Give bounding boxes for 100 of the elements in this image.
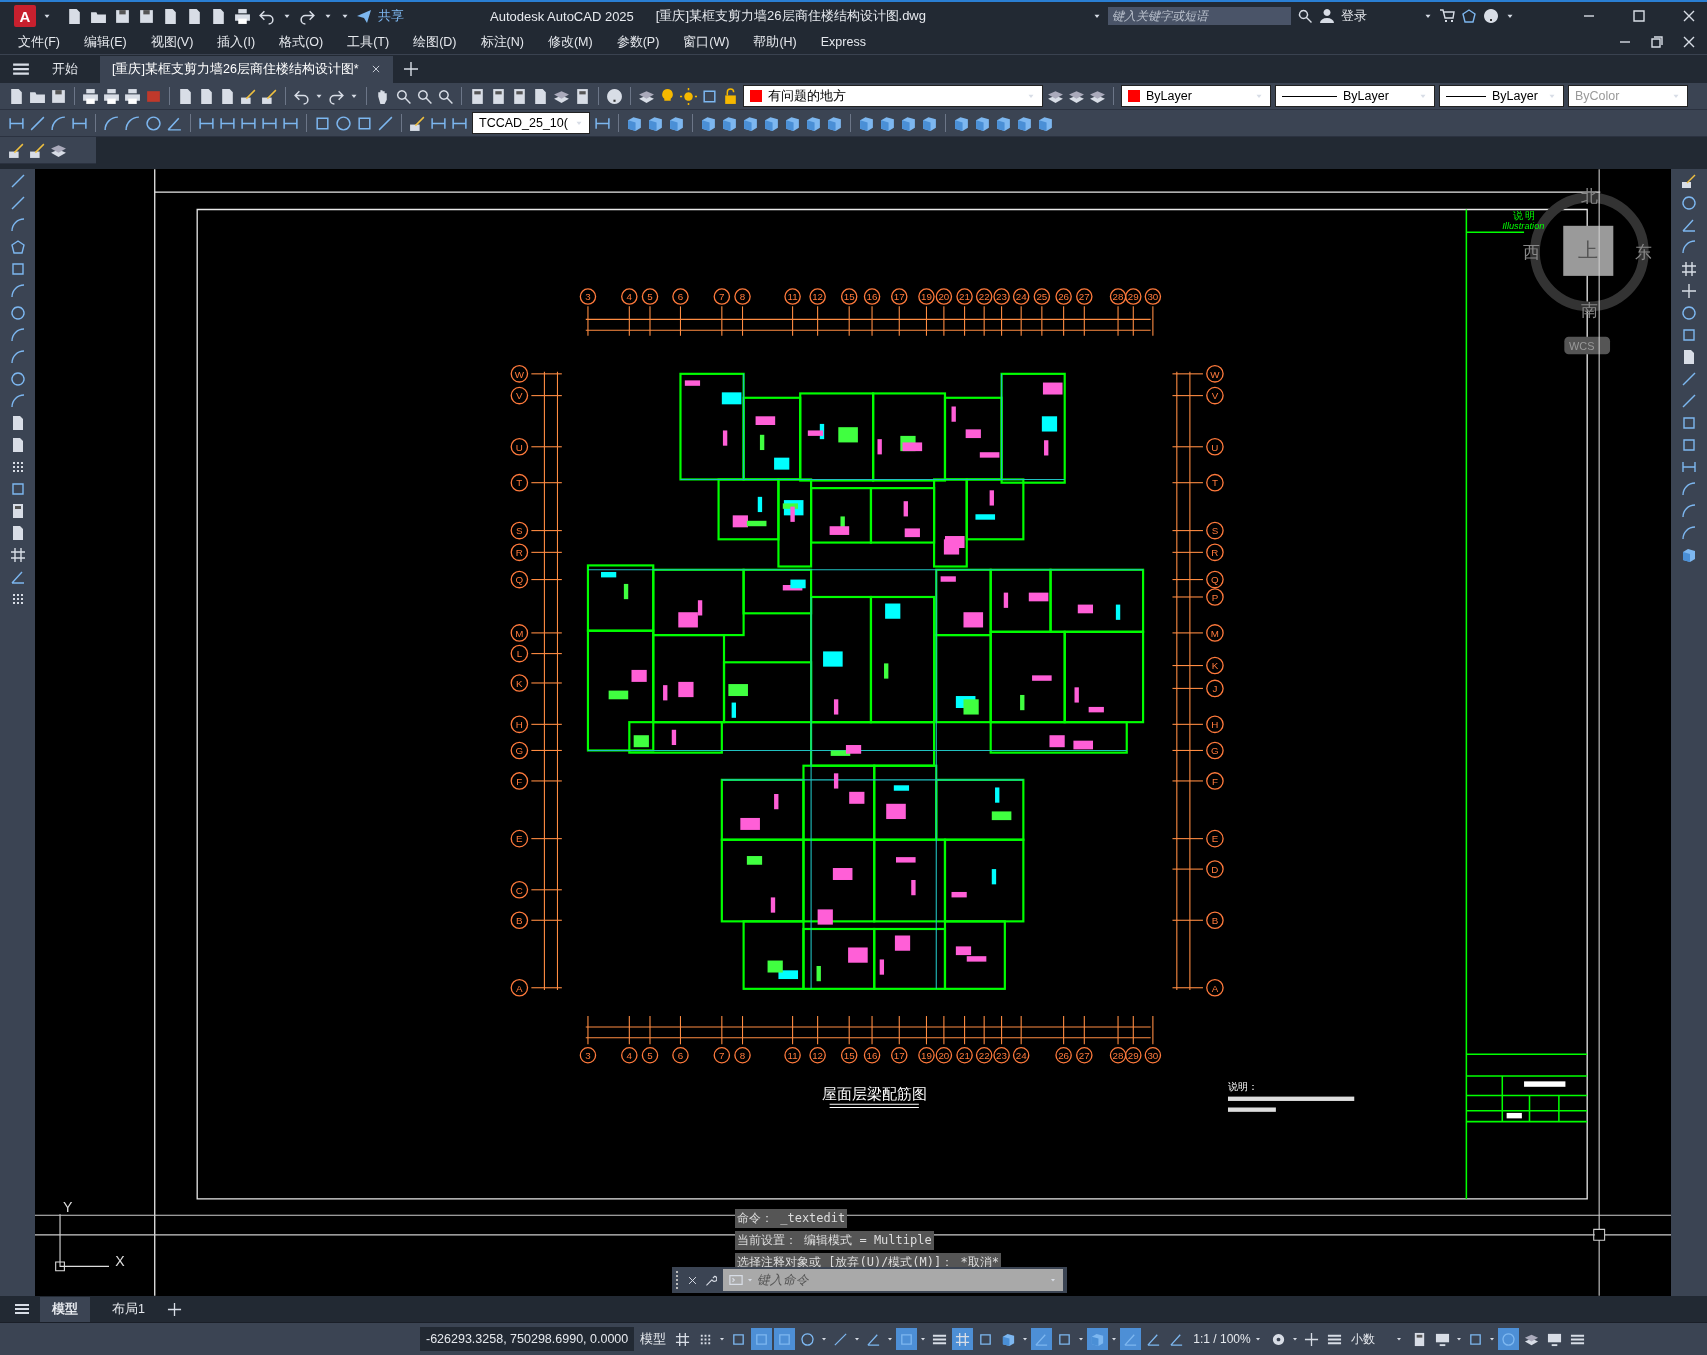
cube-icon[interactable] <box>974 114 991 132</box>
file-tab[interactable]: [重庆]某框支剪力墙26层商住楼结构设计图* <box>100 55 393 83</box>
arc-icon[interactable] <box>9 283 26 299</box>
color-dropdown[interactable]: ByLayer <box>1121 85 1271 107</box>
caret-icon[interactable] <box>820 1335 829 1343</box>
caret-icon[interactable] <box>1253 1335 1262 1343</box>
caret-icon[interactable] <box>1454 1335 1463 1343</box>
dimension-style-dropdown[interactable]: TCCAD_25_10( <box>472 112 590 134</box>
cube-icon[interactable] <box>784 114 801 132</box>
menu-item[interactable]: 标注(N) <box>480 33 524 51</box>
menu-item[interactable]: 视图(V) <box>150 33 194 51</box>
calc-icon[interactable] <box>490 87 507 105</box>
restore-icon[interactable] <box>1649 34 1665 50</box>
square-icon[interactable] <box>314 114 331 132</box>
angle-icon[interactable] <box>1681 217 1697 233</box>
printer-icon[interactable] <box>82 87 99 105</box>
layer-dropdown[interactable]: 有问题的地方 <box>743 85 1043 107</box>
doc-icon[interactable] <box>66 7 83 25</box>
caret-icon[interactable] <box>1394 1335 1403 1343</box>
pencil-icon[interactable] <box>240 87 257 105</box>
caret-icon[interactable] <box>1021 1335 1030 1343</box>
cube-icon[interactable] <box>858 114 875 132</box>
zoom-icon[interactable] <box>437 87 454 105</box>
close-icon[interactable] <box>1681 8 1697 24</box>
search-field[interactable]: 键入关键字或短语 <box>1108 7 1291 25</box>
linetype-dropdown[interactable]: ByLayer <box>1275 85 1435 107</box>
square-icon[interactable] <box>9 261 26 277</box>
pencil-icon[interactable] <box>409 114 426 132</box>
cube-icon[interactable] <box>721 114 738 132</box>
cube-icon[interactable] <box>921 114 938 132</box>
line-icon[interactable] <box>1681 393 1697 409</box>
doc-icon[interactable] <box>210 7 227 25</box>
cube-icon[interactable] <box>1037 114 1054 132</box>
arc-icon[interactable] <box>1681 525 1697 541</box>
model-space-button[interactable]: 模型 <box>636 1330 671 1348</box>
doc-icon[interactable] <box>532 87 549 105</box>
lock-icon[interactable] <box>722 87 739 105</box>
zoom-icon[interactable] <box>1297 8 1313 24</box>
cube-icon[interactable] <box>900 114 917 132</box>
lineweight-dropdown[interactable]: ByLayer <box>1439 85 1564 107</box>
line-icon[interactable] <box>9 173 26 189</box>
menu-item[interactable]: 工具(T) <box>347 33 390 51</box>
bars-icon[interactable] <box>12 60 30 78</box>
menu-item[interactable]: 帮助(H) <box>753 33 797 51</box>
arc-icon[interactable] <box>103 114 120 132</box>
menu-item[interactable]: 修改(M) <box>547 33 593 51</box>
square-icon[interactable] <box>1681 437 1697 453</box>
plus-icon[interactable] <box>1681 283 1697 299</box>
cube-icon[interactable] <box>1681 547 1697 563</box>
square-icon[interactable] <box>356 114 373 132</box>
coordinates-readout[interactable]: -626293.3258, 750298.6990, 0.0000 <box>420 1327 635 1351</box>
dim-icon[interactable] <box>1681 459 1697 475</box>
caret-icon[interactable] <box>1290 1335 1299 1343</box>
pencil-icon[interactable] <box>1681 173 1697 189</box>
calc-icon[interactable] <box>469 87 486 105</box>
caret-icon[interactable] <box>886 1335 895 1343</box>
close-icon[interactable] <box>1681 34 1697 50</box>
square-icon[interactable] <box>1681 415 1697 431</box>
polygon-icon[interactable] <box>1461 8 1477 24</box>
line-icon[interactable] <box>9 195 26 211</box>
arc-icon[interactable] <box>1681 503 1697 519</box>
doc-icon[interactable] <box>162 7 179 25</box>
cube-icon[interactable] <box>626 114 643 132</box>
arc-icon[interactable] <box>50 114 67 132</box>
annotation-scale-dropdown[interactable]: 1:1 / 100% <box>1193 1332 1262 1346</box>
square-icon[interactable] <box>1681 327 1697 343</box>
caret-icon[interactable] <box>853 1335 862 1343</box>
arc-icon[interactable] <box>1681 239 1697 255</box>
cube-icon[interactable] <box>742 114 759 132</box>
compass-label[interactable]: 南 <box>1580 300 1598 321</box>
send-icon[interactable] <box>356 8 372 24</box>
pencil-icon[interactable] <box>29 141 46 159</box>
doc-icon[interactable] <box>1681 349 1697 365</box>
arc-icon[interactable] <box>9 349 26 365</box>
menu-item[interactable]: Express <box>820 35 866 49</box>
arc-icon[interactable] <box>9 393 26 409</box>
cube-icon[interactable] <box>826 114 843 132</box>
cube-icon[interactable] <box>700 114 717 132</box>
menu-item[interactable]: 插入(I) <box>217 33 256 51</box>
compass-label[interactable]: 西 <box>1523 242 1541 263</box>
cube-icon[interactable] <box>763 114 780 132</box>
compass-label[interactable]: 东 <box>1635 242 1653 263</box>
maximize-icon[interactable] <box>1631 8 1647 24</box>
cube-icon[interactable] <box>647 114 664 132</box>
close-icon[interactable] <box>370 64 381 74</box>
caret-icon[interactable] <box>919 1335 928 1343</box>
doc-icon[interactable] <box>219 87 236 105</box>
sun-icon[interactable] <box>680 87 697 105</box>
zoom-icon[interactable] <box>395 87 412 105</box>
sign-in-link[interactable]: 登录 <box>1341 7 1367 25</box>
doc-icon[interactable] <box>186 7 203 25</box>
arc-icon[interactable] <box>124 114 141 132</box>
cube-icon[interactable] <box>668 114 685 132</box>
line-icon[interactable] <box>377 114 394 132</box>
caret-icon[interactable] <box>1487 1335 1496 1343</box>
menu-item[interactable]: 绘图(D) <box>413 33 457 51</box>
units-dropdown[interactable]: 小数 <box>1350 1330 1403 1348</box>
square-icon[interactable] <box>701 87 718 105</box>
grid-icon[interactable] <box>1681 261 1697 277</box>
file-tab[interactable]: 开始 <box>40 55 90 83</box>
